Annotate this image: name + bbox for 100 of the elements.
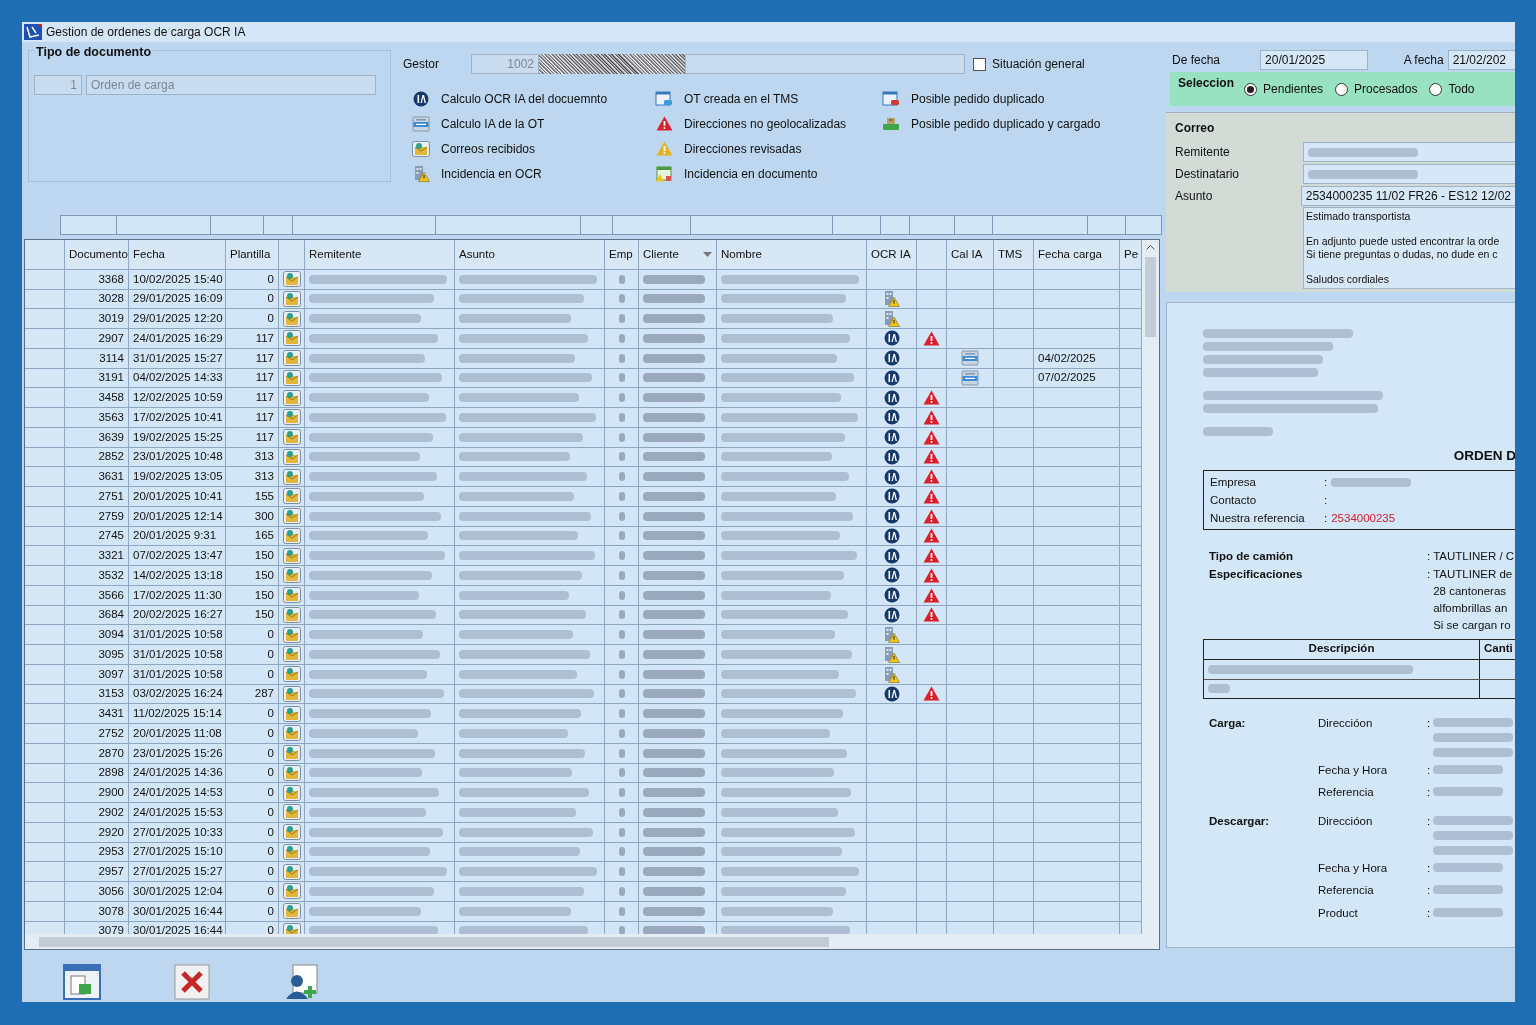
- column-header[interactable]: [279, 239, 305, 270]
- column-header[interactable]: OCR IA: [867, 239, 917, 270]
- row-header[interactable]: [25, 487, 65, 507]
- row-header[interactable]: [25, 882, 65, 902]
- filter-field[interactable]: [211, 215, 265, 235]
- column-header[interactable]: Pe: [1120, 239, 1142, 270]
- row-header[interactable]: [25, 447, 65, 468]
- date-field[interactable]: 20/01/2025: [1260, 50, 1368, 70]
- radio-button[interactable]: Pendientes: [1244, 80, 1324, 98]
- row-header[interactable]: [25, 862, 65, 882]
- table-cell: 3019: [65, 309, 129, 329]
- column-header[interactable]: Plantilla: [226, 239, 279, 270]
- filter-field[interactable]: [1087, 215, 1127, 235]
- column-header[interactable]: Remitente: [305, 239, 455, 270]
- table-cell: 117: [226, 329, 279, 349]
- checkbox[interactable]: Situación general: [973, 55, 1085, 73]
- row-header[interactable]: [25, 585, 65, 606]
- row-header[interactable]: [25, 368, 65, 389]
- row-header[interactable]: [25, 388, 65, 408]
- text-field[interactable]: [1303, 142, 1515, 162]
- column-header[interactable]: Documento: [65, 239, 129, 270]
- info-label: Nuestra referencia: [1210, 510, 1306, 526]
- date-field[interactable]: 21/02/202: [1447, 50, 1515, 70]
- horizontal-scrollbar[interactable]: [25, 934, 1159, 949]
- table-cell: 0: [226, 309, 279, 329]
- filter-field[interactable]: [293, 215, 436, 235]
- filter-field[interactable]: [264, 215, 294, 235]
- column-header[interactable]: Fecha: [129, 239, 226, 270]
- row-header[interactable]: [25, 427, 65, 448]
- row-header[interactable]: [25, 329, 65, 349]
- row-header[interactable]: [25, 822, 65, 843]
- table-cell: 155: [226, 487, 279, 507]
- filter-field[interactable]: [116, 215, 212, 235]
- filter-field[interactable]: [881, 215, 911, 235]
- column-header[interactable]: Fecha carga: [1034, 239, 1120, 270]
- row-header[interactable]: [25, 743, 65, 764]
- filter-field[interactable]: [690, 215, 834, 235]
- row-header[interactable]: [25, 546, 65, 566]
- blurred-text: [643, 333, 705, 343]
- filter-field[interactable]: [436, 215, 581, 235]
- table-cell: 10/02/2025 15:40: [129, 269, 226, 290]
- column-header[interactable]: Cal IA: [947, 239, 994, 270]
- row-header[interactable]: [25, 724, 65, 744]
- text-field[interactable]: [1303, 164, 1515, 184]
- row-header[interactable]: [25, 605, 65, 626]
- document-button[interactable]: [60, 962, 104, 1002]
- row-header[interactable]: [25, 783, 65, 803]
- filter-field[interactable]: [954, 215, 994, 235]
- scrollbar-thumb[interactable]: [39, 936, 829, 947]
- row-header[interactable]: [25, 763, 65, 784]
- row-header[interactable]: [25, 289, 65, 310]
- column-header[interactable]: [25, 239, 65, 270]
- filter-field[interactable]: [993, 215, 1088, 235]
- row-header[interactable]: [25, 704, 65, 724]
- radio-button[interactable]: Procesados: [1335, 80, 1418, 98]
- field-label: Referencia: [1318, 883, 1375, 899]
- row-header[interactable]: [25, 645, 65, 665]
- text-field[interactable]: 2534000235 11/02 FR26 - ES12 12/02: [1300, 186, 1515, 206]
- boxes-icon: [882, 115, 900, 132]
- table-cell: 23/01/2025 10:48: [129, 447, 226, 468]
- column-header[interactable]: TMS: [994, 239, 1034, 270]
- filter-field[interactable]: [580, 215, 614, 235]
- name-field[interactable]: [685, 54, 965, 74]
- row-header[interactable]: [25, 803, 65, 823]
- scrollbar-thumb[interactable]: [1145, 256, 1156, 337]
- row-header[interactable]: [25, 408, 65, 428]
- row-header[interactable]: [25, 269, 65, 290]
- table-cell: 0: [226, 842, 279, 863]
- building-warning-icon: [883, 626, 900, 644]
- row-header[interactable]: [25, 842, 65, 863]
- row-header[interactable]: [25, 309, 65, 329]
- column-header[interactable]: Asunto: [455, 239, 605, 270]
- table-cell: 0: [226, 803, 279, 823]
- column-header[interactable]: Cliente: [639, 239, 717, 270]
- blurred-text: [643, 412, 705, 422]
- blurred-text: [643, 511, 705, 521]
- table-cell: 300: [226, 506, 279, 527]
- column-header[interactable]: Nombre: [717, 239, 867, 270]
- legend-label: Posible pedido duplicado: [911, 90, 1045, 108]
- vertical-scrollbar[interactable]: [1142, 239, 1159, 934]
- row-header[interactable]: [25, 506, 65, 527]
- row-header[interactable]: [25, 901, 65, 922]
- radio-button[interactable]: Todo: [1429, 80, 1475, 98]
- row-header[interactable]: [25, 348, 65, 369]
- row-header[interactable]: [25, 625, 65, 645]
- row-header[interactable]: [25, 566, 65, 586]
- table-cell: 0: [226, 625, 279, 645]
- filter-field[interactable]: [910, 215, 955, 235]
- row-header[interactable]: [25, 664, 65, 685]
- row-header[interactable]: [25, 526, 65, 547]
- filter-field[interactable]: [1126, 215, 1162, 235]
- column-header[interactable]: [917, 239, 947, 270]
- table-cell: 20/01/2025 12:14: [129, 506, 226, 527]
- row-header[interactable]: [25, 467, 65, 487]
- row-header[interactable]: [25, 684, 65, 705]
- filter-field[interactable]: [61, 215, 117, 235]
- message-body-field[interactable]: Estimado transportista En adjunto puede usted encontrar la orde Si tiene preguntas o dudas, no dude en c Saludos cordiales: [1303, 207, 1515, 289]
- column-header[interactable]: Emp: [605, 239, 639, 270]
- filter-field[interactable]: [833, 215, 882, 235]
- filter-field[interactable]: [613, 215, 691, 235]
